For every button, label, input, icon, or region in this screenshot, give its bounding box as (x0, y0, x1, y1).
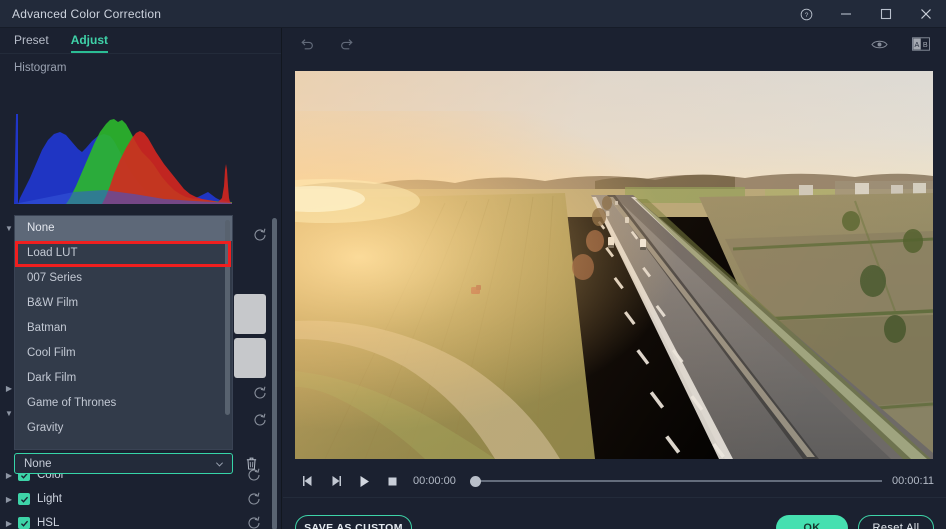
reset-icon-secondary[interactable] (252, 385, 268, 401)
checkbox-light[interactable] (18, 493, 30, 505)
reset-icon-lut[interactable] (252, 227, 268, 243)
dialog-footer: SAVE AS CUSTOM OK Reset All (283, 498, 946, 529)
redo-icon[interactable] (334, 31, 360, 57)
preview-panel: AB 00:00:00 00:00:11 SAVE AS CUSTOM OK R… (283, 28, 946, 529)
previous-frame-icon[interactable] (294, 467, 322, 495)
lut-option-gravity[interactable]: Gravity (15, 416, 232, 441)
lut-dropdown-list[interactable]: None Load LUT 007 Series B&W Film Batman… (14, 215, 233, 450)
lut-option-load-lut[interactable]: Load LUT (15, 241, 232, 266)
section-hsl[interactable]: ▶ HSL (0, 511, 282, 529)
save-as-custom-button[interactable]: SAVE AS CUSTOM (295, 514, 412, 529)
current-time-label: 00:00:00 (413, 475, 456, 487)
color-swatch-secondary[interactable] (234, 338, 266, 378)
panel-scrollbar[interactable] (272, 218, 277, 529)
section-label-hsl: HSL (37, 517, 60, 529)
svg-text:?: ? (804, 12, 808, 19)
svg-text:A: A (915, 40, 920, 49)
lut-selected-value: None (24, 457, 52, 470)
player-transport: 00:00:00 00:00:11 (283, 465, 946, 498)
ab-compare-icon[interactable]: AB (908, 31, 934, 57)
reset-icon-light[interactable] (246, 491, 262, 507)
dropdown-scrollbar[interactable] (225, 220, 230, 415)
seek-bar[interactable] (469, 474, 882, 488)
lut-option-batman[interactable]: Batman (15, 316, 232, 341)
stop-icon[interactable] (378, 467, 406, 495)
ok-button[interactable]: OK (776, 514, 848, 529)
trash-icon[interactable] (242, 453, 260, 473)
window-title: Advanced Color Correction (12, 6, 162, 21)
minimize-icon[interactable] (826, 0, 866, 28)
video-preview[interactable] (295, 71, 933, 459)
reset-all-button[interactable]: Reset All (858, 514, 934, 529)
panel-tabs: Preset Adjust (0, 28, 281, 54)
checkbox-hsl[interactable] (18, 517, 30, 529)
window-controls: ? (786, 0, 946, 28)
histogram-chart (14, 86, 232, 204)
seek-track[interactable] (478, 480, 882, 482)
tab-preset[interactable]: Preset (14, 33, 49, 53)
chevron-right-icon-light[interactable]: ▶ (0, 495, 18, 504)
section-label-light: Light (37, 493, 62, 505)
window-title-bar: Advanced Color Correction ? (0, 0, 946, 28)
undo-icon[interactable] (294, 31, 320, 57)
lut-option-game-of-thrones[interactable]: Game of Thrones (15, 391, 232, 416)
lut-option-bw-film[interactable]: B&W Film (15, 291, 232, 316)
close-icon[interactable] (906, 0, 946, 28)
preview-toolbar: AB (283, 28, 946, 60)
eye-icon[interactable] (866, 31, 892, 57)
total-time-label: 00:00:11 (891, 475, 934, 487)
seek-handle[interactable] (469, 475, 481, 487)
section-light[interactable]: ▶ Light (0, 487, 282, 511)
chevron-down-icon[interactable] (215, 458, 224, 472)
lut-option-none[interactable]: None (15, 216, 232, 241)
lut-select-box[interactable]: None (14, 453, 233, 474)
color-swatch-primary[interactable] (234, 294, 266, 334)
svg-text:B: B (923, 40, 928, 49)
lut-option-007-series[interactable]: 007 Series (15, 266, 232, 291)
lut-option-dark-film[interactable]: Dark Film (15, 366, 232, 391)
play-icon[interactable] (350, 467, 378, 495)
reset-icon-tertiary[interactable] (252, 412, 268, 428)
reset-icon-hsl[interactable] (246, 515, 262, 529)
histogram-label: Histogram (14, 62, 67, 74)
tab-adjust[interactable]: Adjust (70, 33, 109, 53)
next-frame-icon[interactable] (322, 467, 350, 495)
lut-option-cool-film[interactable]: Cool Film (15, 341, 232, 366)
help-circle-icon[interactable]: ? (786, 0, 826, 28)
maximize-icon[interactable] (866, 0, 906, 28)
chevron-right-icon-hsl[interactable]: ▶ (0, 519, 18, 528)
adjust-panel: Preset Adjust Histogram ▼ ▶ ▼ None Load … (0, 28, 282, 529)
